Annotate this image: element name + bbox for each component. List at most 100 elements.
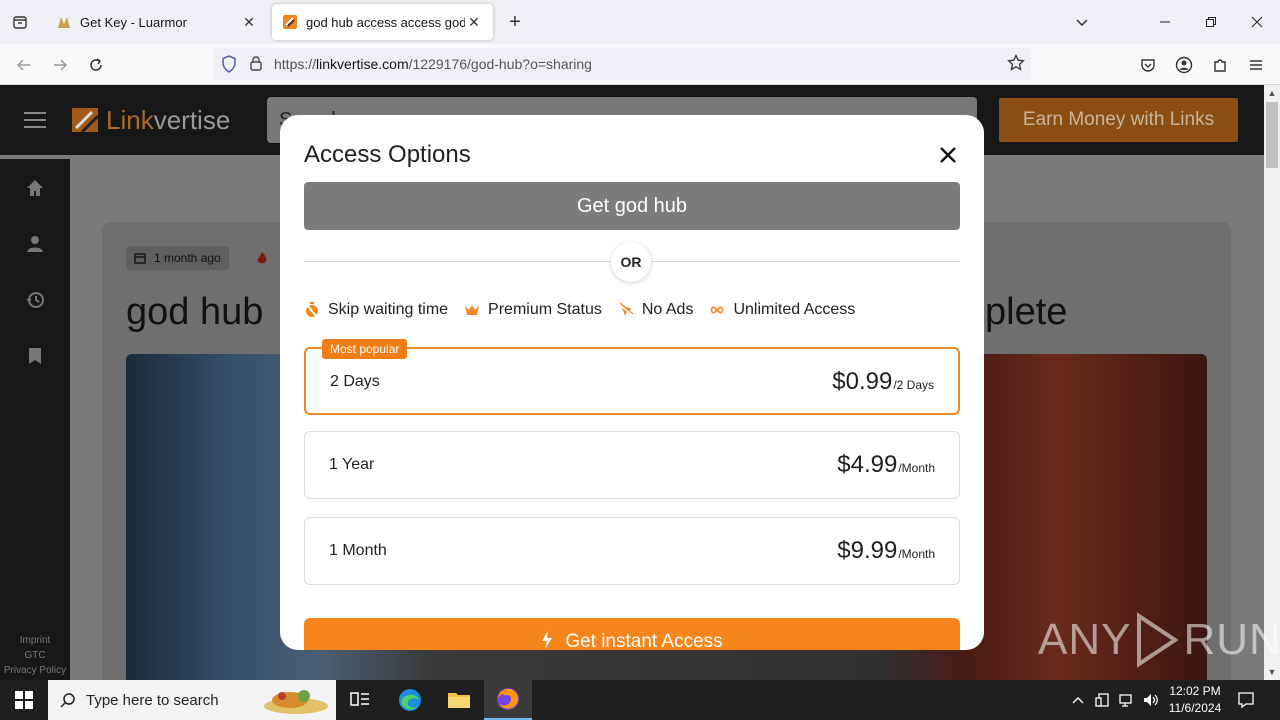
- tab-god-hub[interactable]: god hub access access god hub ✕: [272, 4, 493, 40]
- plan-name: 2 Days: [330, 373, 380, 390]
- crown-icon: [464, 302, 480, 318]
- no-ads-icon: [618, 302, 634, 318]
- feature-label: Premium Status: [488, 301, 602, 318]
- url-domain: linkvertise.com: [316, 56, 409, 72]
- instant-button-label: Get instant Access: [565, 631, 723, 650]
- edge-browser-icon[interactable]: [386, 680, 434, 720]
- back-arrow-icon[interactable]: [11, 52, 37, 78]
- feature-skip-waiting: Skip waiting time: [304, 301, 448, 319]
- anyrun-watermark: ANY RUN: [1038, 612, 1280, 668]
- lightning-bolt-icon: [542, 631, 553, 649]
- menu-hamburger-icon[interactable]: [24, 112, 46, 128]
- home-icon[interactable]: [23, 176, 47, 200]
- price-amount: $4.99: [837, 451, 898, 478]
- tab-close-icon[interactable]: ✕: [240, 13, 258, 31]
- app-menu-icon[interactable]: [1243, 52, 1269, 78]
- plan-option-1-year[interactable]: 1 Year $4.99/Month: [304, 431, 960, 499]
- plan-option-1-month[interactable]: 1 Month $9.99/Month: [304, 517, 960, 585]
- list-all-tabs-chevron-icon[interactable]: [1070, 10, 1094, 34]
- price-period: /2 Days: [893, 378, 934, 392]
- account-icon[interactable]: [1171, 52, 1197, 78]
- or-badge: OR: [611, 242, 651, 282]
- lock-icon[interactable]: [249, 55, 263, 76]
- timer-off-icon: [304, 302, 320, 318]
- scroll-up-arrow-icon[interactable]: ▲: [1264, 85, 1280, 101]
- site-sidebar: Imprint GTC Privacy Policy: [0, 159, 70, 680]
- file-explorer-icon[interactable]: [435, 680, 483, 720]
- linkvertise-logo[interactable]: Link vertise: [70, 104, 230, 136]
- taskbar-search-placeholder: Type here to search: [86, 691, 219, 709]
- tab-get-key-luarmor[interactable]: Get Key - Luarmor ✕: [46, 4, 268, 40]
- windows-taskbar: Type here to search 12:02 PM 11/6/2024: [0, 680, 1280, 720]
- luarmor-favicon-icon: [56, 14, 72, 30]
- task-view-icon[interactable]: [336, 680, 384, 720]
- plan-name: 1 Month: [329, 542, 387, 559]
- feature-premium-status: Premium Status: [464, 301, 602, 319]
- get-instant-access-button[interactable]: Get instant Access: [304, 618, 960, 650]
- reload-icon[interactable]: [83, 52, 109, 78]
- page-title: god hub: [126, 291, 264, 333]
- logo-text-link: Link: [106, 104, 154, 135]
- get-free-button[interactable]: Get god hub: [304, 182, 960, 230]
- tab-overview-icon[interactable]: [8, 10, 32, 34]
- watermark-play-icon: [1137, 612, 1180, 668]
- windows-start-icon[interactable]: [0, 680, 48, 720]
- bookmark-star-icon[interactable]: [1007, 53, 1025, 77]
- pocket-icon[interactable]: [1135, 52, 1161, 78]
- gtc-link[interactable]: GTC: [0, 648, 70, 663]
- price-period: /Month: [898, 461, 935, 475]
- watermark-text-left: ANY: [1038, 615, 1132, 664]
- search-highlight-food-icon: [264, 690, 328, 714]
- post-date-badge: 1 month ago: [126, 246, 229, 270]
- clock-time: 12:02 PM: [1169, 684, 1221, 698]
- access-options-modal: Access Options Get god hub OR Skip waiti…: [280, 115, 984, 650]
- feature-unlimited-access: Unlimited Access: [709, 301, 855, 319]
- privacy-policy-link[interactable]: Privacy Policy: [0, 663, 70, 678]
- close-icon[interactable]: [934, 141, 962, 169]
- url-text[interactable]: https://linkvertise.com/1229176/god-hub?…: [274, 56, 592, 72]
- volume-icon[interactable]: [1140, 680, 1162, 720]
- linkvertise-logo-icon: [72, 108, 100, 134]
- plan-option-2-days[interactable]: Most popular 2 Days $0.99/2 Days: [304, 339, 960, 415]
- restore-window-button[interactable]: [1188, 6, 1234, 38]
- taskbar-search-input[interactable]: Type here to search: [48, 680, 336, 720]
- price-period: /Month: [898, 547, 935, 561]
- user-icon[interactable]: [23, 232, 47, 256]
- taskbar-clock[interactable]: 12:02 PM 11/6/2024: [1160, 683, 1230, 717]
- network-icon[interactable]: [1116, 680, 1138, 720]
- scrollbar-thumb[interactable]: [1266, 102, 1278, 168]
- linkvertise-favicon-icon: [282, 14, 298, 30]
- tracking-protection-shield-icon[interactable]: [221, 55, 237, 78]
- post-date-text: 1 month ago: [154, 251, 221, 265]
- device-tray-icon[interactable]: [1092, 680, 1114, 720]
- modal-title: Access Options: [304, 141, 471, 168]
- page-title-end: plete: [985, 291, 1068, 333]
- plan-price: $4.99/Month: [837, 451, 935, 479]
- history-icon[interactable]: [23, 288, 47, 312]
- price-amount: $9.99: [837, 537, 898, 564]
- close-window-button[interactable]: [1234, 6, 1280, 38]
- forward-arrow-icon[interactable]: [47, 52, 73, 78]
- tab-close-icon[interactable]: ✕: [465, 13, 483, 31]
- bookmark-icon[interactable]: [23, 344, 47, 368]
- fire-icon: [256, 251, 268, 270]
- feature-no-ads: No Ads: [618, 301, 693, 319]
- extensions-puzzle-icon[interactable]: [1207, 52, 1233, 78]
- earn-money-button[interactable]: Earn Money with Links: [999, 98, 1238, 142]
- firefox-icon[interactable]: [484, 680, 532, 720]
- page-scrollbar[interactable]: ▲ ▼: [1264, 85, 1280, 680]
- clock-date: 11/6/2024: [1168, 701, 1222, 715]
- url-scheme: https://: [274, 56, 317, 72]
- plan-price: $9.99/Month: [837, 537, 935, 565]
- new-tab-button[interactable]: +: [503, 10, 527, 34]
- address-bar[interactable]: https://linkvertise.com/1229176/god-hub?…: [213, 48, 1031, 80]
- infinity-icon: [709, 302, 725, 318]
- imprint-link[interactable]: Imprint: [0, 633, 70, 648]
- show-hidden-icons-chevron-icon[interactable]: [1068, 680, 1088, 720]
- url-path: /1229176/god-hub?o=sharing: [408, 56, 592, 72]
- minimize-window-button[interactable]: [1142, 6, 1188, 38]
- watermark-text-right: RUN: [1183, 615, 1280, 664]
- feature-label: Unlimited Access: [733, 301, 856, 318]
- notifications-icon[interactable]: [1234, 688, 1258, 712]
- feature-label: Skip waiting time: [328, 301, 449, 318]
